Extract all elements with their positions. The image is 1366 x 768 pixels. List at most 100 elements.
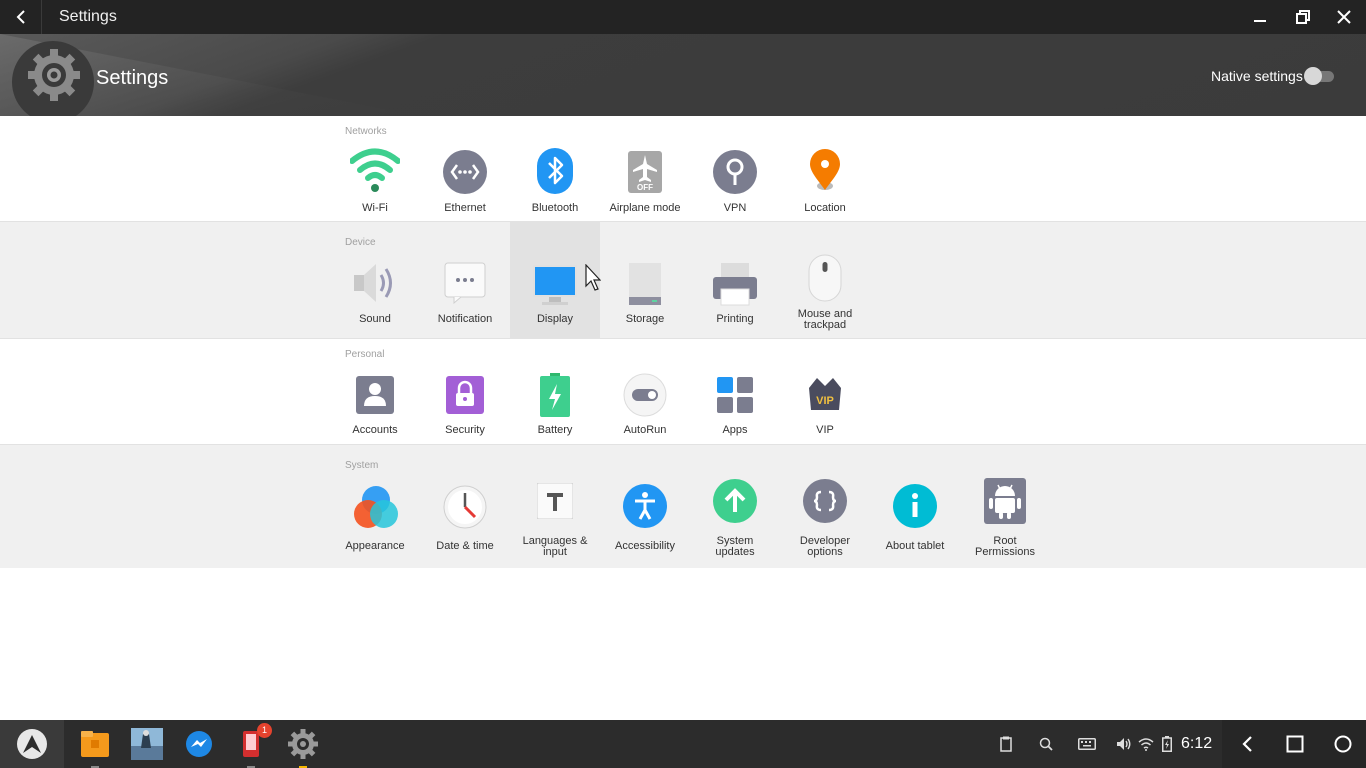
file-manager-icon <box>81 731 109 757</box>
setting-accessibility[interactable]: Accessibility <box>600 483 690 553</box>
restore-button[interactable] <box>1283 0 1323 34</box>
taskbar-game-app[interactable] <box>130 720 164 768</box>
setting-languages-input[interactable]: Languages & input <box>510 483 600 558</box>
setting-root-permissions[interactable]: Root Permissions <box>960 478 1050 558</box>
accounts-icon <box>356 376 394 414</box>
setting-appearance[interactable]: Appearance <box>330 483 420 553</box>
back-button[interactable] <box>0 0 42 34</box>
setting-date-time[interactable]: Date & time <box>420 483 510 553</box>
setting-vip[interactable]: VIP VIP <box>780 372 870 442</box>
battery-icon <box>540 373 570 417</box>
keyboard-icon <box>1078 738 1096 750</box>
taskbar-messenger[interactable] <box>182 720 216 768</box>
setting-developer-options[interactable]: Developer options <box>780 478 870 558</box>
settings-icon <box>288 729 318 759</box>
minimize-icon <box>1254 20 1266 22</box>
taskbar-file-manager[interactable] <box>78 720 112 768</box>
setting-security[interactable]: Security <box>420 372 510 442</box>
tray-search[interactable] <box>1035 720 1057 768</box>
apps-grid-icon <box>717 377 753 413</box>
notification-bubble-icon <box>444 262 486 304</box>
native-settings-label: Native settings <box>1211 68 1303 84</box>
restore-icon <box>1296 10 1310 24</box>
setting-about-tablet[interactable]: About tablet <box>870 483 960 553</box>
setting-autorun[interactable]: AutoRun <box>600 372 690 442</box>
native-settings-toggle[interactable] <box>1304 67 1334 85</box>
setting-wifi[interactable]: Wi-Fi <box>330 146 420 216</box>
start-button[interactable] <box>0 720 64 768</box>
svg-text:OFF: OFF <box>637 183 653 192</box>
setting-bluetooth[interactable]: Bluetooth <box>510 146 600 216</box>
svg-text:VIP: VIP <box>816 395 834 407</box>
taskbar-clock: 6:12 <box>1181 735 1213 752</box>
keyboard-key-icon <box>537 483 573 519</box>
minimize-button[interactable] <box>1240 0 1280 34</box>
setting-storage[interactable]: Storage <box>600 258 690 328</box>
nav-back-button[interactable] <box>1232 720 1262 768</box>
monitor-icon <box>533 265 577 305</box>
back-arrow-icon <box>16 10 25 24</box>
setting-vpn[interactable]: VPN <box>690 146 780 216</box>
tray-keyboard[interactable] <box>1075 720 1099 768</box>
location-pin-icon <box>810 149 840 190</box>
setting-ethernet[interactable]: Ethernet <box>420 146 510 216</box>
developer-braces-icon <box>803 479 847 523</box>
nav-recents-button[interactable] <box>1280 720 1310 768</box>
tray-wifi[interactable] <box>1136 720 1156 768</box>
tray-volume[interactable] <box>1114 720 1134 768</box>
ethernet-icon <box>443 150 487 194</box>
autorun-toggle-icon <box>623 373 667 417</box>
setting-system-updates[interactable]: System updates <box>690 478 780 558</box>
networks-section: Networks Wi-Fi Ethernet Bluetooth OFF Ai… <box>0 116 1366 221</box>
bluetooth-icon <box>537 148 573 194</box>
clock-icon <box>443 485 487 529</box>
tray-battery[interactable] <box>1158 720 1176 768</box>
mouse-icon <box>808 254 842 302</box>
setting-mouse-trackpad[interactable]: Mouse and trackpad <box>780 254 870 331</box>
printer-icon <box>713 263 757 306</box>
wifi-status-icon <box>1138 737 1154 751</box>
setting-airplane-mode[interactable]: OFF Airplane mode <box>600 146 690 216</box>
nav-buttons <box>1222 720 1366 768</box>
taskbar <box>0 720 1366 768</box>
section-label-networks: Networks <box>345 126 387 137</box>
nav-back-icon <box>1242 736 1252 752</box>
setting-accounts[interactable]: Accounts <box>330 372 420 442</box>
device-section: Device Sound Notification Display Storag… <box>0 222 1366 338</box>
tray-clipboard[interactable] <box>995 720 1017 768</box>
setting-location[interactable]: Location <box>780 146 870 216</box>
appearance-circles-icon <box>354 486 398 528</box>
notification-badge: 1 <box>257 723 272 738</box>
nav-home-button[interactable] <box>1328 720 1358 768</box>
close-button[interactable] <box>1324 0 1364 34</box>
window-title: Settings <box>59 8 117 25</box>
airplane-mode-icon: OFF <box>628 151 662 193</box>
wifi-icon <box>350 148 400 192</box>
section-label-system: System <box>345 460 379 471</box>
settings-gear-icon <box>12 41 94 116</box>
accessibility-icon <box>623 484 667 528</box>
lock-icon <box>446 376 484 414</box>
setting-battery[interactable]: Battery <box>510 372 600 442</box>
setting-notification[interactable]: Notification <box>420 258 510 328</box>
start-menu-icon <box>17 729 47 759</box>
vip-crown-icon: VIP <box>809 378 841 410</box>
setting-apps[interactable]: Apps <box>690 372 780 442</box>
section-label-personal: Personal <box>345 349 385 360</box>
mouse-cursor-icon <box>585 264 601 291</box>
setting-printing[interactable]: Printing <box>690 258 780 328</box>
game-app-icon <box>131 728 163 760</box>
messenger-icon <box>186 731 212 757</box>
info-icon <box>893 484 937 528</box>
system-section: System Appearance Date & time Languages … <box>0 445 1366 568</box>
storage-icon <box>629 263 661 305</box>
taskbar-settings[interactable] <box>286 720 320 768</box>
volume-icon <box>1117 738 1131 750</box>
clipboard-icon <box>1000 736 1012 752</box>
setting-sound[interactable]: Sound <box>330 258 420 328</box>
section-label-device: Device <box>345 237 376 248</box>
settings-header: Settings Native settings <box>0 34 1366 116</box>
nav-recents-icon <box>1286 735 1304 753</box>
personal-section: Personal Accounts Security Battery AutoR… <box>0 339 1366 444</box>
speaker-icon <box>354 264 392 302</box>
